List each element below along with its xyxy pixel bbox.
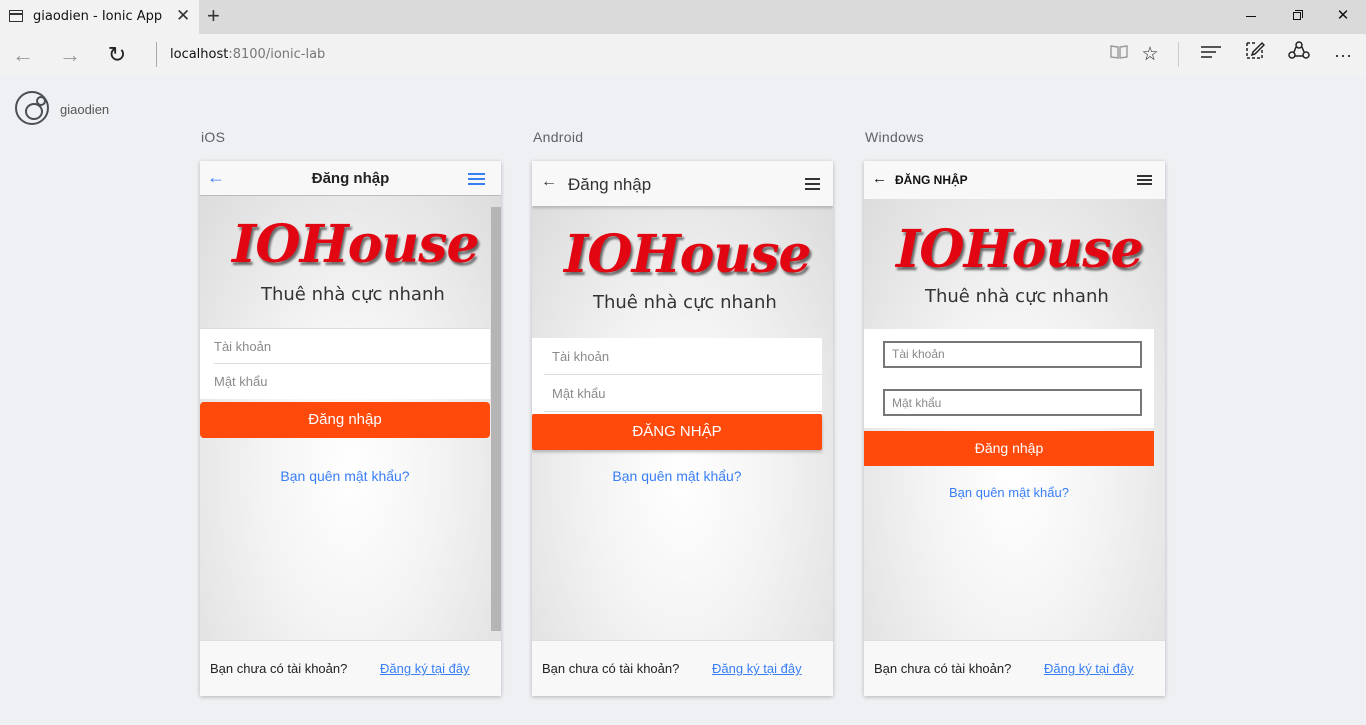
forgot-password-link[interactable]: Bạn quên mật khẩu? bbox=[864, 485, 1154, 500]
login-button[interactable]: ĐĂNG NHẬP bbox=[532, 414, 822, 450]
restore-button[interactable] bbox=[1274, 0, 1320, 32]
platform-label-ios: iOS bbox=[201, 129, 226, 145]
address-host: localhost bbox=[170, 47, 229, 62]
brand-logo: IOHouse bbox=[896, 219, 1144, 280]
window-close-button[interactable]: ✕ bbox=[1320, 0, 1366, 32]
login-button[interactable]: Đăng nhập bbox=[200, 402, 490, 438]
menu-icon[interactable] bbox=[805, 178, 820, 190]
ios-preview: ← Đăng nhập IOHouse Thuê nhà cực nhanh T… bbox=[200, 161, 501, 696]
refresh-icon[interactable]: ↻ bbox=[102, 40, 132, 70]
back-arrow-icon[interactable]: ← bbox=[8, 40, 38, 70]
more-options-icon[interactable]: ··· bbox=[1328, 40, 1358, 70]
back-arrow-icon[interactable]: ← bbox=[541, 173, 557, 191]
address-bar[interactable]: localhost:8100/ionic-lab bbox=[170, 47, 325, 62]
field-divider bbox=[214, 363, 490, 364]
slogan: Thuê nhà cực nhanh bbox=[925, 286, 1109, 307]
minimize-button[interactable] bbox=[1228, 0, 1274, 32]
tab-title: giaodien - Ionic App bbox=[33, 9, 163, 24]
brand-logo: IOHouse bbox=[232, 214, 480, 275]
share-icon[interactable] bbox=[1284, 40, 1314, 70]
slogan: Thuê nhà cực nhanh bbox=[593, 292, 777, 313]
password-input[interactable]: Mật khẩu bbox=[214, 374, 267, 389]
favorite-star-icon[interactable]: ☆ bbox=[1135, 40, 1165, 70]
menu-icon[interactable] bbox=[1137, 175, 1152, 185]
hub-icon[interactable] bbox=[1196, 40, 1226, 70]
footer: Bạn chưa có tài khoản? Đăng ký tại đây bbox=[532, 640, 833, 696]
footer: Bạn chưa có tài khoản? Đăng ký tại đây bbox=[864, 640, 1165, 696]
scrollbar[interactable] bbox=[1155, 199, 1165, 637]
username-input[interactable]: Tài khoản bbox=[883, 341, 1142, 368]
toolbar-separator bbox=[1178, 42, 1179, 67]
close-tab-icon[interactable]: ✕ bbox=[176, 6, 190, 26]
scrollbar[interactable] bbox=[823, 206, 833, 640]
reading-view-icon[interactable] bbox=[1104, 40, 1134, 70]
footer: Bạn chưa có tài khoản? Đăng ký tại đây bbox=[200, 640, 501, 696]
lab-app-name: giaodien bbox=[60, 102, 110, 117]
login-content: IOHouse Thuê nhà cực nhanh Tài khoản Mật… bbox=[864, 199, 1165, 640]
password-placeholder: Mật khẩu bbox=[892, 396, 942, 410]
brand-logo: IOHouse bbox=[564, 224, 812, 285]
address-separator bbox=[156, 42, 157, 67]
login-form: Tài khoản Mật khẩu bbox=[200, 328, 490, 399]
username-placeholder: Tài khoản bbox=[892, 347, 945, 361]
windows-header: ← ĐĂNG NHẬP bbox=[864, 161, 1165, 199]
login-form: Tài khoản Mật khẩu bbox=[864, 329, 1154, 428]
ionic-lab-page: giaodien iOS Android Windows ← Đăng nhập… bbox=[0, 75, 1366, 725]
browser-tab[interactable]: giaodien - Ionic App ✕ bbox=[0, 0, 199, 34]
back-arrow-icon[interactable]: ← bbox=[872, 170, 887, 187]
forgot-password-link[interactable]: Bạn quên mật khẩu? bbox=[532, 468, 822, 484]
web-note-icon[interactable] bbox=[1240, 40, 1270, 70]
register-link[interactable]: Đăng ký tại đây bbox=[712, 661, 802, 676]
forward-arrow-icon[interactable]: → bbox=[55, 40, 85, 70]
platform-label-windows: Windows bbox=[865, 129, 924, 145]
ios-header: ← Đăng nhập bbox=[200, 161, 501, 196]
slogan: Thuê nhà cực nhanh bbox=[261, 284, 445, 305]
username-input[interactable]: Tài khoản bbox=[552, 349, 609, 364]
username-input[interactable]: Tài khoản bbox=[214, 339, 271, 354]
platform-label-android: Android bbox=[533, 129, 584, 145]
field-divider bbox=[544, 374, 822, 375]
new-tab-button[interactable]: + bbox=[207, 3, 220, 29]
menu-icon[interactable] bbox=[468, 173, 485, 185]
login-content: IOHouse Thuê nhà cực nhanh Tài khoản Mật… bbox=[200, 196, 501, 640]
no-account-text: Bạn chưa có tài khoản? bbox=[542, 661, 680, 676]
register-link[interactable]: Đăng ký tại đây bbox=[1044, 661, 1134, 676]
login-content: IOHouse Thuê nhà cực nhanh Tài khoản Mật… bbox=[532, 206, 833, 640]
windows-preview: ← ĐĂNG NHẬP IOHouse Thuê nhà cực nhanh T… bbox=[864, 161, 1165, 696]
address-path: :8100/ionic-lab bbox=[228, 47, 326, 62]
android-preview: ← Đăng nhập IOHouse Thuê nhà cực nhanh T… bbox=[532, 161, 833, 696]
android-header: ← Đăng nhập bbox=[532, 161, 833, 206]
register-link[interactable]: Đăng ký tại đây bbox=[380, 661, 470, 676]
header-title: Đăng nhập bbox=[311, 170, 390, 187]
login-form: Tài khoản Mật khẩu bbox=[532, 338, 822, 414]
ionic-lab-logo-icon bbox=[15, 91, 49, 125]
page-icon bbox=[9, 10, 23, 22]
forgot-password-link[interactable]: Bạn quên mật khẩu? bbox=[200, 468, 490, 484]
password-input[interactable]: Mật khẩu bbox=[552, 386, 605, 401]
header-title: Đăng nhập bbox=[568, 175, 652, 194]
scrollbar[interactable] bbox=[491, 207, 501, 631]
login-button[interactable]: Đăng nhập bbox=[864, 431, 1154, 466]
tab-strip: giaodien - Ionic App ✕ + ✕ bbox=[0, 0, 1366, 34]
navigation-bar: ← → ↻ localhost:8100/ionic-lab ☆ ··· bbox=[0, 34, 1366, 75]
field-divider bbox=[544, 411, 822, 412]
password-input[interactable]: Mật khẩu bbox=[883, 389, 1142, 416]
no-account-text: Bạn chưa có tài khoản? bbox=[210, 661, 348, 676]
header-title: ĐĂNG NHẬP bbox=[895, 173, 968, 187]
no-account-text: Bạn chưa có tài khoản? bbox=[874, 661, 1012, 676]
